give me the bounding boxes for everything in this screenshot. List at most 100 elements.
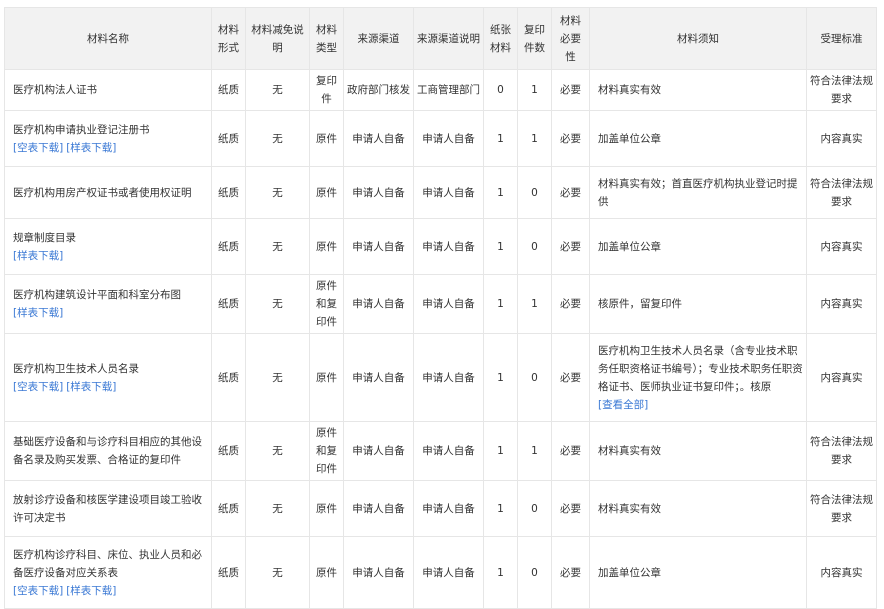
- source-cell-text: 申请人自备: [352, 240, 405, 253]
- note-cell: 材料真实有效；首直医疗机构执业登记时提供: [589, 166, 807, 219]
- material-name-cell: 医疗机构建筑设计平面和科室分布图 [样表下载]: [4, 274, 212, 334]
- blank-form-download-link[interactable]: [空表下载]: [13, 142, 63, 154]
- necessity-cell-text: 必要: [560, 445, 581, 457]
- col-header-note: 材料须知: [589, 7, 807, 70]
- table-row: 医疗机构申请执业登记注册书 [空表下载] [样表下载] 纸质 无 原件 申请人自备 申请人自备…: [4, 110, 877, 167]
- source-cell-text: 申请人自备: [352, 566, 405, 579]
- copies-cell-text: 0: [531, 566, 538, 579]
- form-cell: 纸质: [211, 218, 246, 275]
- standard-cell-text: 内容真实: [820, 132, 863, 145]
- copies-cell-text: 0: [531, 186, 538, 199]
- necessity-cell: 必要: [551, 218, 590, 275]
- note-cell-text: 加盖单位公章: [598, 132, 661, 145]
- standard-cell-text: 符合法律法规要求: [810, 493, 873, 524]
- reduce-cell-text: 无: [272, 298, 283, 310]
- form-cell-text: 纸质: [218, 298, 239, 310]
- copies-cell: 1: [517, 110, 552, 167]
- necessity-cell-text: 必要: [560, 502, 581, 515]
- paper-cell-text: 1: [497, 132, 504, 145]
- blank-form-download-link[interactable]: [空表下载]: [13, 585, 63, 597]
- source-cell: 申请人自备: [343, 110, 414, 167]
- type-cell-text: 原件: [316, 566, 337, 579]
- source-cell-text: 申请人自备: [352, 445, 405, 457]
- material-name-cell-text: 医疗机构法人证书: [13, 84, 97, 96]
- standard-cell: 内容真实: [806, 333, 877, 422]
- source-cell-text: 申请人自备: [352, 132, 405, 145]
- table-row: 医疗机构建筑设计平面和科室分布图 [样表下载] 纸质 无 原件和复印件 申请人自备 申请人自…: [4, 274, 877, 334]
- sample-form-download-link[interactable]: [样表下载]: [66, 142, 116, 154]
- table-row: 医疗机构卫生技术人员名录 [空表下载] [样表下载] 纸质 无 原件 申请人自备 申请人自备 1…: [4, 333, 877, 422]
- note-cell: 医疗机构卫生技术人员名录（含专业技术职务任职资格证书编号）；专业技术职务任职资格…: [589, 333, 807, 422]
- form-cell: 纸质: [211, 536, 246, 609]
- standard-cell-text: 符合法律法规要求: [810, 177, 873, 208]
- source-note-cell-text: 申请人自备: [422, 132, 475, 145]
- type-cell: 原件: [309, 536, 344, 609]
- paper-cell-text: 1: [497, 240, 504, 253]
- necessity-cell-text: 必要: [560, 132, 581, 145]
- sample-form-download-link[interactable]: [样表下载]: [66, 381, 116, 393]
- necessity-cell-text: 必要: [560, 84, 581, 96]
- note-cell-text: 加盖单位公章: [598, 240, 661, 253]
- necessity-cell-text: 必要: [560, 240, 581, 253]
- reduce-cell: 无: [245, 536, 310, 609]
- table-row: 规章制度目录 [样表下载] 纸质 无 原件 申请人自备 申请人自备 1 0 必要 加盖单位公章 内容真…: [4, 218, 877, 275]
- note-cell: 材料真实有效: [589, 69, 807, 111]
- note-cell: 材料真实有效: [589, 421, 807, 481]
- standard-cell: 符合法律法规要求: [806, 166, 877, 219]
- material-name-cell-text: 医疗机构卫生技术人员名录: [13, 362, 139, 375]
- paper-cell: 1: [483, 110, 518, 167]
- type-cell-text: 原件和复印件: [316, 427, 337, 475]
- reduce-cell: 无: [245, 274, 310, 334]
- necessity-cell: 必要: [551, 536, 590, 609]
- material-name-cell: 医疗机构申请执业登记注册书 [空表下载] [样表下载]: [4, 110, 212, 167]
- necessity-cell: 必要: [551, 274, 590, 334]
- standard-cell: 符合法律法规要求: [806, 69, 877, 111]
- standard-cell-text: 内容真实: [820, 371, 863, 384]
- blank-form-download-link[interactable]: [空表下载]: [13, 381, 63, 393]
- paper-cell: 0: [483, 69, 518, 111]
- download-links: [样表下载]: [13, 304, 208, 322]
- sample-form-download-link[interactable]: [样表下载]: [66, 585, 116, 597]
- col-header-source-note: 来源渠道说明: [413, 7, 484, 70]
- reduce-cell: 无: [245, 421, 310, 481]
- copies-cell: 0: [517, 218, 552, 275]
- note-cell-text: 医疗机构卫生技术人员名录（含专业技术职务任职资格证书编号）；专业技术职务任职资格…: [598, 344, 803, 393]
- source-note-cell-text: 申请人自备: [422, 240, 475, 253]
- copies-cell: 0: [517, 166, 552, 219]
- material-name-cell: 规章制度目录 [样表下载]: [4, 218, 212, 275]
- paper-cell: 1: [483, 166, 518, 219]
- note-cell: 加盖单位公章: [589, 536, 807, 609]
- sample-form-download-link[interactable]: [样表下载]: [13, 307, 63, 319]
- source-note-cell-text: 申请人自备: [422, 445, 475, 457]
- source-note-cell: 申请人自备: [413, 166, 484, 219]
- material-name-cell-text: 医疗机构用房产权证书或者使用权证明: [13, 186, 192, 199]
- source-note-cell: 申请人自备: [413, 333, 484, 422]
- sample-form-download-link[interactable]: [样表下载]: [13, 250, 63, 262]
- table-row: 放射诊疗设备和核医学建设项目竣工验收许可决定书 纸质 无 原件 申请人自备 申请人自备 1 0…: [4, 480, 877, 537]
- source-cell: 申请人自备: [343, 218, 414, 275]
- view-all-link[interactable]: [查看全部]: [598, 399, 648, 411]
- reduce-cell: 无: [245, 166, 310, 219]
- table-row: 医疗机构用房产权证书或者使用权证明 纸质 无 原件 申请人自备 申请人自备 1 0 必要 材料真实…: [4, 166, 877, 219]
- type-cell: 原件: [309, 333, 344, 422]
- form-cell-text: 纸质: [218, 240, 239, 253]
- copies-cell: 1: [517, 69, 552, 111]
- form-cell: 纸质: [211, 110, 246, 167]
- table-row: 医疗机构法人证书 纸质 无 复印件 政府部门核发 工商管理部门 0 1 必要 材料真实有效 符合法律…: [4, 69, 877, 111]
- form-cell-text: 纸质: [218, 566, 239, 579]
- copies-cell: 1: [517, 274, 552, 334]
- paper-cell: 1: [483, 421, 518, 481]
- type-cell: 原件: [309, 480, 344, 537]
- form-cell: 纸质: [211, 333, 246, 422]
- source-cell: 申请人自备: [343, 333, 414, 422]
- table-row: 基础医疗设备和与诊疗科目相应的其他设备名录及购买发票、合格证的复印件 纸质 无 原件和…: [4, 421, 877, 481]
- source-cell-text: 申请人自备: [352, 371, 405, 384]
- paper-cell: 1: [483, 274, 518, 334]
- material-name-cell-text: 医疗机构建筑设计平面和科室分布图: [13, 289, 181, 301]
- copies-cell-text: 0: [531, 371, 538, 384]
- reduce-cell: 无: [245, 69, 310, 111]
- paper-cell-text: 0: [497, 84, 504, 96]
- note-cell: 材料真实有效: [589, 480, 807, 537]
- type-cell: 原件: [309, 218, 344, 275]
- col-header-name: 材料名称: [4, 7, 212, 70]
